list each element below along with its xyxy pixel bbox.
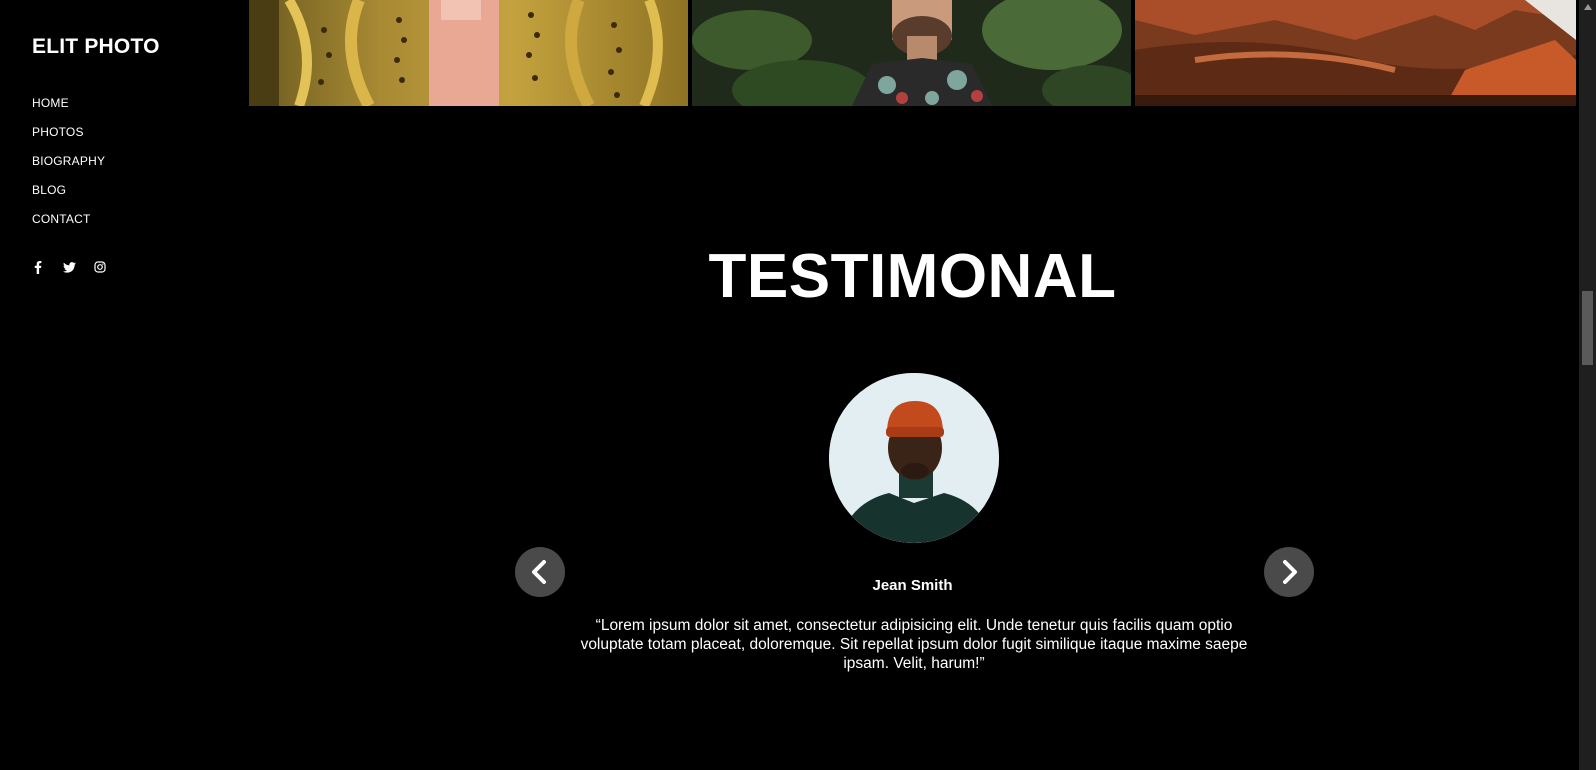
red-rock-canyon-photo[interactable] [1135,0,1576,106]
testimonial-quote: “Lorem ipsum dolor sit amet, consectetur… [580,617,1248,672]
vertical-scrollbar[interactable] [1579,0,1596,770]
nav-link-photos[interactable]: PHOTOS [32,125,84,139]
next-testimonial-button[interactable] [1264,547,1314,597]
nav-link-biography[interactable]: BIOGRAPHY [32,154,105,168]
site-logo[interactable]: ELIT PHOTO [32,35,160,59]
instagram-icon[interactable] [92,259,108,275]
nav-item-contact: CONTACT [32,212,105,241]
section-title: TESTIMONAL [708,242,1117,311]
twitter-icon[interactable] [61,259,77,275]
chevron-right-icon [1283,560,1297,584]
portrait-photo[interactable] [692,0,1131,106]
nav-link-blog[interactable]: BLOG [32,183,66,197]
testimonial-author: Jean Smith [872,577,953,594]
page: ELIT PHOTO HOME PHOTOS BIOGRAPHY BLOG CO… [0,0,1596,770]
sidebar: ELIT PHOTO HOME PHOTOS BIOGRAPHY BLOG CO… [0,0,245,770]
scroll-up-arrow-icon[interactable] [1579,0,1596,14]
scrollbar-thumb[interactable] [1582,291,1593,365]
nav-item-photos: PHOTOS [32,125,105,154]
social-links [30,259,108,275]
nav-item-biography: BIOGRAPHY [32,154,105,183]
main-nav: HOME PHOTOS BIOGRAPHY BLOG CONTACT [32,96,105,241]
nav-item-blog: BLOG [32,183,105,212]
photo-gallery-strip [249,0,1576,106]
cactus-photo[interactable] [249,0,688,106]
facebook-icon[interactable] [30,259,46,275]
nav-link-contact[interactable]: CONTACT [32,212,91,226]
nav-item-home: HOME [32,96,105,125]
nav-link-home[interactable]: HOME [32,96,69,110]
testimonial-avatar [829,373,999,543]
